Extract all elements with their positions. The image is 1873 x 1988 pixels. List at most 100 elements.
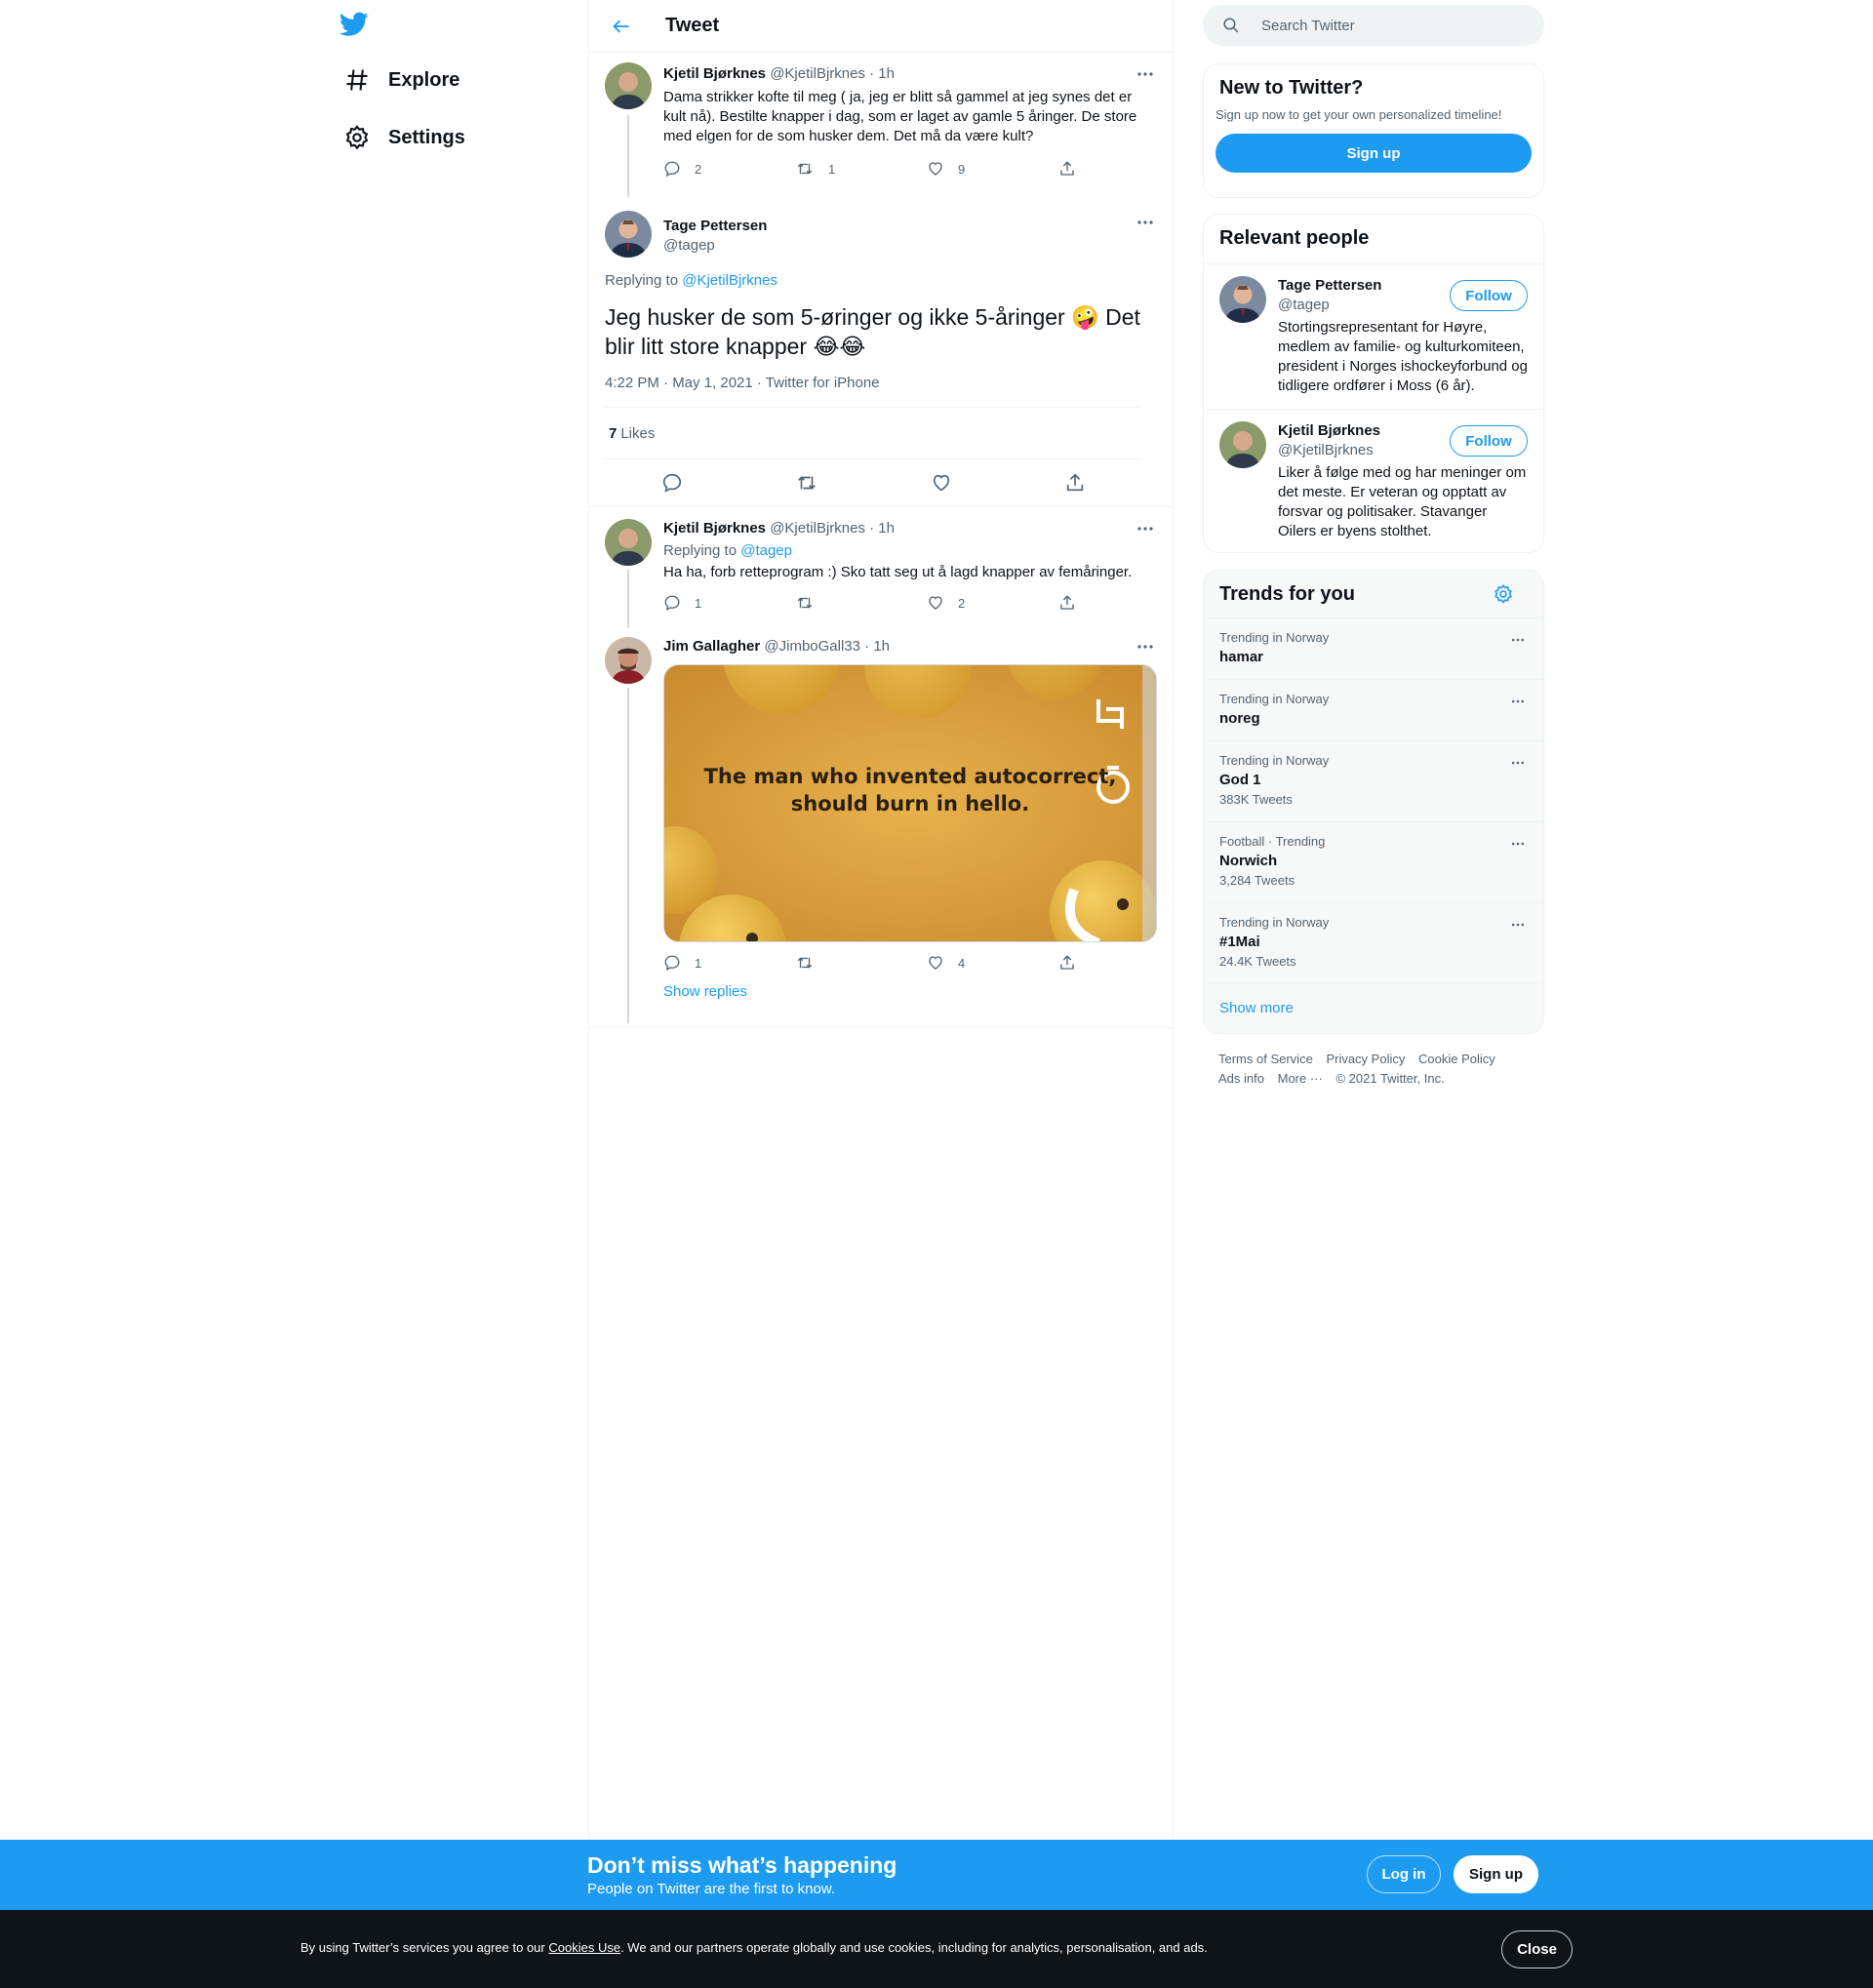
retweet-icon[interactable]	[795, 472, 818, 494]
replying-to-link[interactable]: @KjetilBjrknes	[682, 272, 777, 289]
tweet-meta[interactable]: 4:22 PM · May 1, 2021 · Twitter for iPho…	[605, 375, 1141, 408]
trend-item[interactable]: Football · Trending Norwich 3,284 Tweets	[1204, 821, 1543, 902]
more-options-icon[interactable]	[1508, 755, 1528, 771]
author-handle[interactable]: @KjetilBjrknes	[770, 65, 865, 82]
likes-label: Likes	[620, 424, 656, 442]
reply-button[interactable]: 1	[663, 954, 795, 972]
nav-settings[interactable]: Settings	[343, 116, 465, 159]
reply-tweet[interactable]: Jim Gallagher @JimboGall33 · 1h The man …	[589, 625, 1173, 1027]
author-name[interactable]: Tage Pettersen	[663, 217, 767, 236]
author-name[interactable]: Kjetil Bjørknes	[663, 65, 766, 82]
media-caption: The man who invented autocorrect, should…	[664, 763, 1156, 817]
like-button[interactable]: 4	[927, 954, 1058, 972]
show-more-link[interactable]: Show more	[1219, 1000, 1294, 1016]
share-icon	[1060, 955, 1074, 970]
follow-button[interactable]: Follow	[1450, 425, 1528, 457]
trend-item[interactable]: Trending in Norway noreg	[1204, 679, 1543, 740]
retweet-button[interactable]: 1	[795, 160, 927, 178]
person-item[interactable]: Follow Tage Pettersen @tagep Stortingsre…	[1204, 263, 1543, 409]
heart-icon[interactable]	[931, 472, 952, 494]
avatar[interactable]	[605, 519, 652, 566]
back-arrow-icon[interactable]	[605, 10, 638, 43]
trend-item[interactable]: Trending in Norway #1Mai 24.4K Tweets	[1204, 902, 1543, 983]
trend-context: Trending in Norway	[1219, 630, 1330, 645]
promo-subtitle: People on Twitter are the first to know.	[587, 1881, 836, 1897]
more-options-icon[interactable]	[1508, 836, 1528, 852]
person-bio: Stortingsrepresentant for Høyre, medlem …	[1278, 319, 1528, 394]
search-icon	[1223, 18, 1239, 33]
share-icon[interactable]	[1064, 472, 1086, 494]
tweet-time[interactable]: · 1h	[864, 638, 890, 655]
cookie-close-button[interactable]: Close	[1501, 1930, 1573, 1968]
nav-explore[interactable]: Explore	[343, 59, 459, 101]
reply-tweet[interactable]: Kjetil Bjørknes @KjetilBjrknes · 1h Repl…	[589, 507, 1173, 628]
avatar[interactable]	[605, 62, 652, 109]
tweet-time[interactable]: · 1h	[869, 520, 895, 537]
replying-to: Replying to @KjetilBjrknes	[605, 271, 1157, 291]
replying-to-prefix: Replying to	[663, 542, 737, 559]
media-caption-line2: should burn in hello.	[790, 792, 1030, 815]
like-button[interactable]: 9	[927, 160, 1058, 178]
reply-button[interactable]: 1	[663, 594, 795, 612]
reply-icon	[664, 595, 680, 611]
avatar[interactable]	[1219, 276, 1266, 323]
show-replies-link[interactable]: Show replies	[663, 983, 747, 1000]
cookies-use-link[interactable]: Cookies Use	[548, 1940, 620, 1955]
search-input[interactable]	[1261, 17, 1515, 34]
footer-links: Terms of Service Privacy Policy Cookie P…	[1218, 1050, 1505, 1089]
trend-count: 24.4K Tweets	[1219, 954, 1296, 969]
tweet-text: Jeg husker de som 5-øringer og ikke 5-år…	[605, 304, 1140, 359]
avatar[interactable]	[1219, 421, 1266, 468]
retweet-button[interactable]	[795, 954, 927, 972]
footer-more-link[interactable]: More ···	[1278, 1071, 1323, 1086]
likes-summary[interactable]: 7 Likes	[605, 408, 1141, 459]
share-button[interactable]	[1058, 594, 1090, 612]
more-options-icon[interactable]	[1134, 637, 1157, 656]
more-options-icon[interactable]	[1134, 519, 1157, 538]
more-options-icon[interactable]	[1134, 213, 1157, 232]
more-options-icon[interactable]	[1134, 64, 1157, 84]
footer-privacy-link[interactable]: Privacy Policy	[1326, 1052, 1405, 1066]
share-button[interactable]	[1058, 954, 1090, 972]
tweet-text: Dama strikker kofte til meg ( ja, jeg er…	[663, 89, 1137, 144]
person-item[interactable]: Follow Kjetil Bjørknes @KjetilBjrknes Li…	[1204, 409, 1543, 552]
more-options-icon[interactable]	[1508, 917, 1528, 933]
footer-copyright: © 2021 Twitter, Inc.	[1335, 1071, 1445, 1086]
reply-icon[interactable]	[661, 472, 683, 494]
more-options-icon[interactable]	[1508, 694, 1528, 709]
retweet-button[interactable]	[795, 594, 927, 612]
tweet-media-image[interactable]: The man who invented autocorrect, should…	[663, 664, 1157, 942]
like-button[interactable]: 2	[927, 594, 1058, 612]
author-name[interactable]: Jim Gallagher	[663, 638, 760, 655]
focused-tweet: Tage Pettersen @tagep Replying to @Kjeti…	[589, 193, 1173, 506]
twitter-bird-icon[interactable]	[339, 12, 375, 41]
author-handle[interactable]: @JimboGall33	[764, 638, 860, 655]
thread-line	[627, 570, 629, 628]
relevant-people-title: Relevant people	[1219, 227, 1370, 249]
trend-item[interactable]: Trending in Norway hamar	[1204, 617, 1543, 679]
heart-icon	[929, 956, 942, 970]
footer-cookie-link[interactable]: Cookie Policy	[1418, 1052, 1495, 1066]
hashtag-icon	[343, 66, 371, 94]
more-options-icon[interactable]	[1508, 632, 1528, 648]
footer-ads-link[interactable]: Ads info	[1218, 1071, 1264, 1086]
author-handle[interactable]: @KjetilBjrknes	[770, 520, 865, 537]
avatar[interactable]	[605, 637, 652, 684]
thread-line	[627, 688, 629, 1023]
promo-sign-up-button[interactable]: Sign up	[1454, 1855, 1538, 1893]
avatar[interactable]	[605, 211, 652, 258]
search-box[interactable]	[1203, 5, 1544, 46]
tweet-time[interactable]: · 1h	[869, 65, 895, 82]
settings-gear-icon[interactable]	[1493, 583, 1514, 605]
sign-up-button[interactable]: Sign up	[1215, 134, 1532, 173]
reply-button[interactable]: 2	[663, 160, 795, 178]
replying-to-link[interactable]: @tagep	[740, 542, 792, 559]
share-button[interactable]	[1058, 160, 1090, 178]
log-in-button[interactable]: Log in	[1367, 1855, 1441, 1893]
trend-item[interactable]: Trending in Norway God 1 383K Tweets	[1204, 740, 1543, 821]
footer-terms-link[interactable]: Terms of Service	[1218, 1052, 1313, 1066]
parent-tweet[interactable]: Kjetil Bjørknes @KjetilBjrknes · 1h Dama…	[589, 53, 1173, 197]
author-name[interactable]: Kjetil Bjørknes	[663, 520, 766, 537]
follow-button[interactable]: Follow	[1450, 280, 1528, 311]
author-handle[interactable]: @tagep	[663, 236, 767, 256]
